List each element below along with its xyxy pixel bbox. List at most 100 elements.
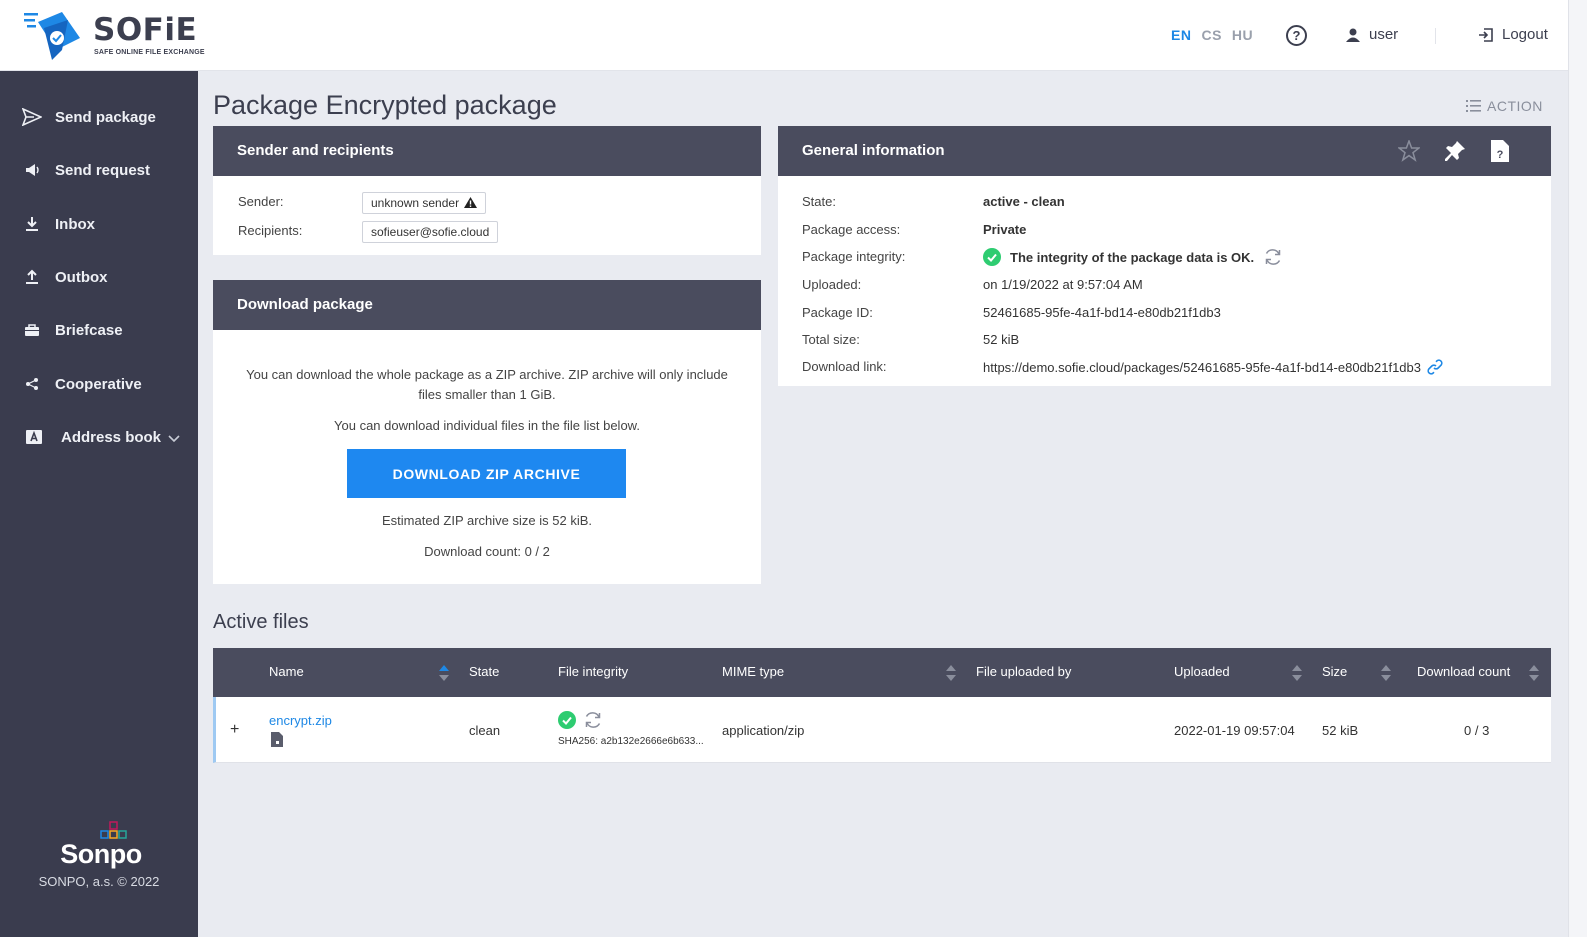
send-icon [22, 107, 42, 127]
col-name[interactable]: Name [269, 664, 304, 679]
language-switcher: EN CS HU [1171, 27, 1253, 43]
pin-icon[interactable] [1444, 140, 1466, 162]
list-icon [1466, 100, 1481, 112]
megaphone-icon [22, 160, 42, 180]
sort-icon[interactable] [1380, 664, 1392, 682]
refresh-icon[interactable] [1263, 247, 1283, 267]
active-files-title: Active files [213, 611, 309, 633]
sofie-logo-icon [24, 12, 80, 60]
recipient-chip[interactable]: sofieuser@sofie.cloud [362, 221, 499, 243]
action-label: ACTION [1487, 98, 1543, 114]
share-icon [22, 374, 42, 394]
integrity-label: Package integrity: [802, 249, 906, 264]
sonpo-brand-text: Sonpo [60, 839, 142, 869]
logo-word: SOFiE [93, 12, 198, 48]
svg-text:?: ? [1497, 149, 1504, 161]
card-title: Download package [213, 280, 761, 330]
lang-hu[interactable]: HU [1232, 27, 1253, 43]
sort-icon[interactable] [945, 664, 957, 682]
sender-value: unknown sender [371, 196, 460, 210]
sidebar-item-send-package[interactable]: Send package [0, 97, 198, 137]
files-table-header: Name State File integrity MIME type File… [213, 648, 1551, 697]
download-description: You can download the whole package as a … [246, 367, 728, 402]
chevron-down-icon[interactable] [168, 430, 180, 447]
package-id-value: 52461685-95fe-4a1f-bd14-e80db21f1db3 [983, 305, 1221, 320]
sort-icon[interactable] [1528, 664, 1540, 682]
col-uploaded-by[interactable]: File uploaded by [976, 664, 1071, 679]
refresh-icon[interactable] [583, 710, 603, 730]
header-divider [1435, 28, 1436, 44]
user-icon [1346, 28, 1360, 42]
total-size-label: Total size: [802, 332, 860, 347]
lang-cs[interactable]: CS [1201, 27, 1221, 43]
user-menu[interactable]: user [1345, 26, 1398, 43]
sort-asc-icon[interactable] [438, 664, 450, 682]
file-icon [271, 732, 283, 747]
page-title: Package Encrypted package [213, 90, 557, 120]
card-title-text: General information [802, 142, 945, 159]
package-id-label: Package ID: [802, 305, 873, 320]
sender-label: Sender: [238, 194, 284, 209]
card-title: General information ? [778, 126, 1551, 176]
sidebar-item-outbox[interactable]: Outbox [0, 257, 198, 297]
table-row[interactable]: + encrypt.zip clean SHA256: a2b132e2666e… [213, 697, 1551, 763]
sofie-logo[interactable]: SOFiE SAFE ONLINE FILE EXCHANGE [22, 10, 205, 64]
total-size-value: 52 kiB [983, 332, 1020, 347]
file-uploaded: 2022-01-19 09:57:04 [1174, 723, 1295, 738]
col-mime-type[interactable]: MIME type [722, 664, 784, 679]
document-help-icon[interactable]: ? [1490, 139, 1510, 163]
col-state[interactable]: State [469, 664, 499, 679]
user-label: user [1369, 26, 1399, 43]
sidebar-item-label: Briefcase [55, 321, 123, 339]
sidebar-item-cooperative[interactable]: Cooperative [0, 364, 198, 404]
sonpo-logo: Sonpo [60, 821, 142, 870]
file-download-count: 0 / 3 [1464, 723, 1490, 738]
sender-recipients-card: Sender and recipients Sender: unknown se… [213, 126, 761, 255]
download-link-value[interactable]: https://demo.sofie.cloud/packages/524616… [983, 360, 1421, 375]
logo-tagline: SAFE ONLINE FILE EXCHANGE [94, 49, 205, 56]
sidebar-item-inbox[interactable]: Inbox [0, 204, 198, 244]
warning-icon [464, 197, 478, 208]
recipients-label: Recipients: [238, 223, 303, 238]
logout-button[interactable]: Logout [1478, 26, 1548, 43]
zip-size-text: Estimated ZIP archive size is 52 kiB. [381, 513, 592, 528]
logout-icon [1479, 27, 1493, 42]
sonpo-footer: Sonpo SONPO, a.s. © 2022 [0, 821, 198, 889]
sidebar-item-briefcase[interactable]: Briefcase [0, 310, 198, 350]
sender-chip[interactable]: unknown sender [362, 192, 487, 214]
download-individual-text: You can download individual files in the… [334, 418, 640, 433]
sort-icon[interactable] [1291, 664, 1303, 682]
card-title: Sender and recipients [213, 126, 761, 176]
file-name-link[interactable]: encrypt.zip [269, 713, 332, 728]
action-button[interactable]: ACTION [1466, 98, 1543, 114]
download-link-row: https://demo.sofie.cloud/packages/524616… [983, 359, 1443, 375]
file-size: 52 kiB [1322, 723, 1359, 738]
col-download-count[interactable]: Download count [1417, 664, 1510, 679]
sidebar: Send package Send request Inbox Outbox B… [0, 71, 198, 937]
col-file-integrity[interactable]: File integrity [558, 664, 628, 679]
upload-icon [22, 267, 42, 287]
sidebar-item-address-book[interactable]: Address book [0, 417, 198, 457]
lang-en[interactable]: EN [1171, 27, 1191, 43]
copyright-text: SONPO, a.s. © 2022 [38, 874, 160, 889]
logout-label: Logout [1502, 26, 1548, 43]
sidebar-item-label: Address book [61, 428, 162, 446]
help-icon[interactable]: ? [1286, 25, 1307, 46]
expand-row-button[interactable]: + [230, 721, 239, 739]
file-hash: SHA256: a2b132e2666e6b633... [558, 736, 704, 747]
col-size[interactable]: Size [1322, 664, 1347, 679]
sidebar-item-label: Outbox [55, 268, 108, 286]
sidebar-item-label: Send package [55, 108, 156, 126]
sonpo-squares-icon [100, 821, 127, 839]
download-zip-button[interactable]: DOWNLOAD ZIP ARCHIVE [347, 449, 626, 498]
integrity-value: The integrity of the package data is OK. [1010, 249, 1255, 265]
star-icon[interactable] [1398, 140, 1420, 162]
scrollbar[interactable] [1568, 0, 1587, 937]
sidebar-item-send-request[interactable]: Send request [0, 150, 198, 190]
copy-link-icon[interactable] [1427, 359, 1443, 375]
top-bar: SOFiE SAFE ONLINE FILE EXCHANGE EN CS HU… [0, 0, 1568, 71]
col-uploaded[interactable]: Uploaded [1174, 664, 1230, 679]
file-mime: application/zip [722, 723, 805, 738]
address-book-icon [24, 427, 44, 447]
check-circle-icon [983, 248, 1001, 266]
